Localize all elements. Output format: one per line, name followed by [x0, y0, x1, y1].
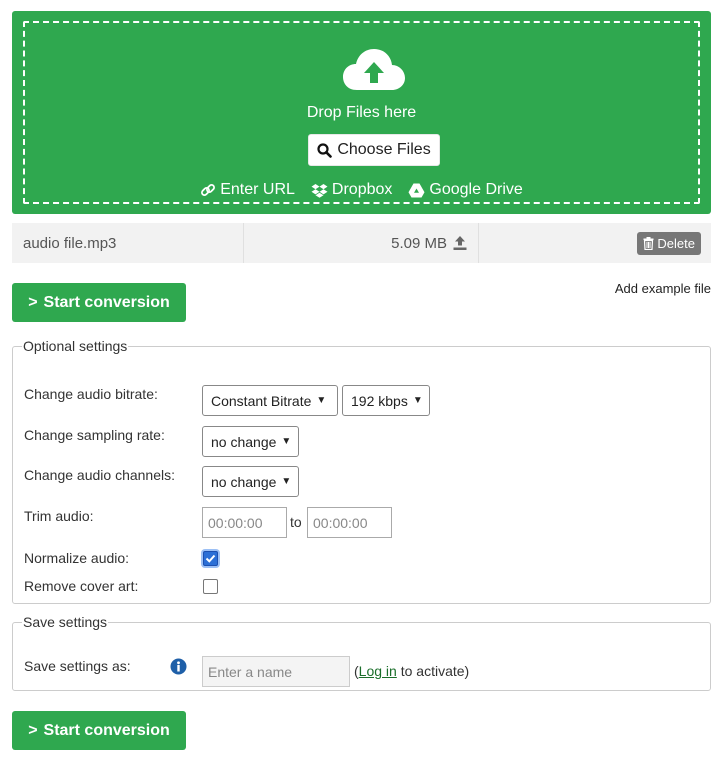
delete-button[interactable]: Delete: [637, 231, 701, 255]
start-conversion-label: Start conversion: [43, 721, 170, 739]
choose-files-button[interactable]: Choose Files: [308, 134, 440, 166]
bitrate-mode-value: Constant Bitrate: [211, 392, 312, 409]
cloud-upload-icon: [343, 49, 405, 90]
audio-channels-label: Change audio channels:: [24, 467, 176, 483]
trim-end-input[interactable]: 00:00:00: [307, 507, 392, 538]
normalize-audio-checkbox[interactable]: [203, 551, 218, 566]
file-dropzone[interactable]: Drop Files here Choose Files Enter URL D…: [12, 11, 711, 214]
upload-icon: [453, 236, 467, 250]
login-hint: (Log in to activate): [354, 663, 469, 679]
sampling-rate-select[interactable]: no change ▼: [202, 426, 299, 457]
chevron-down-icon: ▼: [281, 476, 292, 487]
add-example-file-link[interactable]: Add example file: [615, 281, 711, 296]
start-conversion-button-bottom[interactable]: > Start conversion: [12, 711, 186, 750]
google-drive-icon: [408, 183, 425, 197]
trim-to-label: to: [290, 514, 302, 530]
bitrate-label: Change audio bitrate:: [24, 386, 158, 402]
google-drive-label: Google Drive: [429, 181, 523, 198]
checkmark-icon: [205, 554, 216, 563]
file-size-cell: 5.09 MB: [244, 223, 479, 263]
bitrate-value-select[interactable]: 192 kbps ▼: [342, 385, 430, 416]
choose-files-label: Choose Files: [337, 141, 431, 158]
file-size: 5.09 MB: [391, 234, 447, 252]
audio-channels-value: no change: [211, 473, 277, 490]
drop-files-text: Drop Files here: [306, 104, 417, 121]
dropbox-link[interactable]: Dropbox: [311, 181, 392, 199]
file-row: audio file.mp3 5.09 MB Delete: [12, 223, 711, 263]
file-name: audio file.mp3: [12, 223, 244, 263]
login-hint-suffix: to activate): [396, 663, 470, 679]
search-icon: [317, 142, 333, 158]
delete-label: Delete: [657, 235, 695, 251]
trash-icon: [643, 236, 654, 250]
sampling-rate-value: no change: [211, 433, 277, 450]
remove-cover-art-label: Remove cover art:: [24, 578, 139, 594]
bitrate-mode-select[interactable]: Constant Bitrate ▼: [202, 385, 338, 416]
link-icon: [201, 184, 216, 196]
save-settings-label: Save settings as:: [24, 658, 131, 674]
enter-url-label: Enter URL: [220, 181, 295, 198]
chevron-down-icon: ▼: [316, 395, 327, 406]
bitrate-value: 192 kbps: [351, 392, 408, 409]
save-settings-panel: Save settings Save settings as: Enter a …: [12, 614, 711, 691]
save-settings-legend: Save settings: [23, 614, 108, 630]
remove-cover-art-checkbox[interactable]: [203, 579, 218, 594]
enter-url-link[interactable]: Enter URL: [200, 181, 295, 199]
trim-start-input[interactable]: 00:00:00: [202, 507, 287, 538]
chevron-right-icon: >: [28, 293, 38, 311]
dropbox-icon: [311, 183, 328, 198]
chevron-down-icon: ▼: [412, 395, 423, 406]
normalize-audio-label: Normalize audio:: [24, 550, 130, 566]
start-conversion-button-top[interactable]: > Start conversion: [12, 283, 186, 322]
audio-channels-select[interactable]: no change ▼: [202, 466, 299, 497]
login-link[interactable]: Log in: [359, 663, 397, 679]
info-icon[interactable]: [170, 658, 187, 675]
sampling-rate-label: Change sampling rate:: [24, 427, 165, 443]
chevron-right-icon: >: [28, 721, 38, 739]
start-conversion-label: Start conversion: [43, 293, 170, 311]
file-actions: Delete: [479, 223, 711, 263]
upload-sources: Enter URL Dropbox Google Drive: [12, 181, 711, 199]
trim-audio-label: Trim audio:: [24, 508, 94, 524]
optional-settings-legend: Optional settings: [23, 338, 128, 354]
chevron-down-icon: ▼: [281, 436, 292, 447]
google-drive-link[interactable]: Google Drive: [408, 181, 523, 199]
dropbox-label: Dropbox: [331, 181, 393, 198]
optional-settings-panel: Optional settings Change audio bitrate: …: [12, 338, 711, 604]
save-settings-name-input[interactable]: Enter a name: [202, 656, 350, 687]
